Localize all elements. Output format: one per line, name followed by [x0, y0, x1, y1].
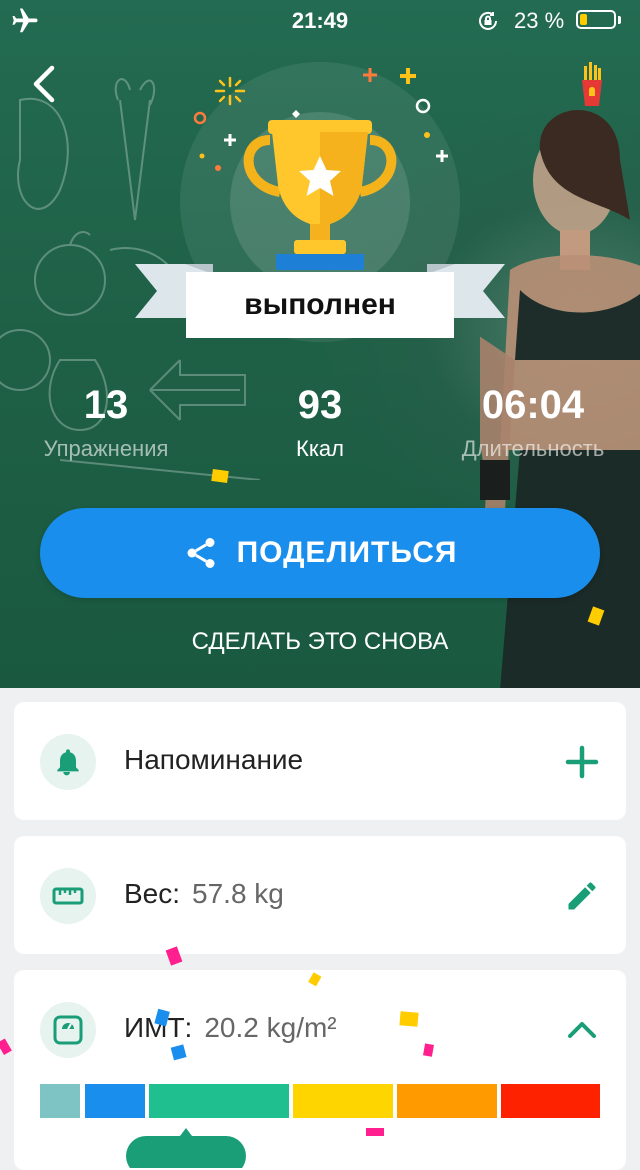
bmi-label: ИМТ: [124, 1012, 193, 1043]
pencil-icon[interactable] [564, 878, 600, 914]
bmi-value: 20.2 kg/m² [204, 1012, 337, 1043]
bell-icon [57, 749, 79, 776]
calories-stat: 93 Ккал [220, 380, 420, 462]
bmi-scale-segment [40, 1084, 80, 1118]
exercises-label: Упражнения [43, 436, 169, 461]
share-button-label: ПОДЕЛИТЬСЯ [236, 536, 458, 569]
bmi-icon-circle [40, 1002, 96, 1058]
battery-percent: 23 % [514, 8, 565, 33]
chevron-up-icon[interactable] [564, 1012, 600, 1048]
scale-icon [53, 1015, 83, 1045]
bmi-pointer-marker [126, 1128, 246, 1168]
bmi-scale-segment [501, 1084, 600, 1118]
orientation-lock-icon [479, 11, 497, 30]
bmi-scale-segment [85, 1084, 145, 1118]
back-button[interactable] [24, 62, 68, 106]
battery-tip [618, 16, 621, 24]
do-it-again-button[interactable]: СДЕЛАТЬ ЭТО СНОВА [0, 628, 640, 656]
duration-stat: 06:04 Длительность [433, 380, 633, 462]
calories-value: 93 [297, 383, 343, 427]
bmi-scale-segment [397, 1084, 497, 1118]
completed-label: выполнен [244, 288, 396, 321]
reminder-card[interactable]: Напоминание [14, 702, 626, 820]
reminder-title: Напоминание [124, 744, 304, 775]
fries-icon[interactable] [580, 62, 604, 106]
share-button[interactable]: ПОДЕЛИТЬСЯ [40, 508, 600, 598]
reminder-icon-circle [40, 734, 96, 790]
calories-label: Ккал [296, 436, 344, 461]
plus-icon[interactable] [564, 744, 600, 780]
duration-value: 06:04 [481, 383, 585, 427]
weight-row: Вес: 57.8 kg [124, 878, 284, 910]
weight-value: 57.8 kg [192, 878, 284, 909]
workout-complete-header: 21:49 23 % выполнен 13 Упражнения 93 Кка… [0, 0, 640, 688]
exercises-value: 13 [83, 383, 129, 427]
share-icon [187, 538, 215, 568]
bmi-scale-segment [149, 1084, 289, 1118]
bmi-row: ИМТ: 20.2 kg/m² [124, 1012, 337, 1044]
weight-icon-circle [40, 868, 96, 924]
trophy-icon [243, 110, 397, 270]
bmi-card[interactable]: ИМТ: 20.2 kg/m² [14, 970, 626, 1170]
weight-label: Вес: [124, 878, 181, 909]
battery-icon [576, 10, 616, 29]
weight-card[interactable]: Вес: 57.8 kg [14, 836, 626, 954]
exercises-stat: 13 Упражнения [6, 380, 206, 462]
duration-label: Длительность [461, 436, 605, 461]
ruler-icon [52, 887, 84, 905]
status-bar: 21:49 23 % [0, 0, 640, 40]
bmi-scale-segment [293, 1084, 393, 1118]
